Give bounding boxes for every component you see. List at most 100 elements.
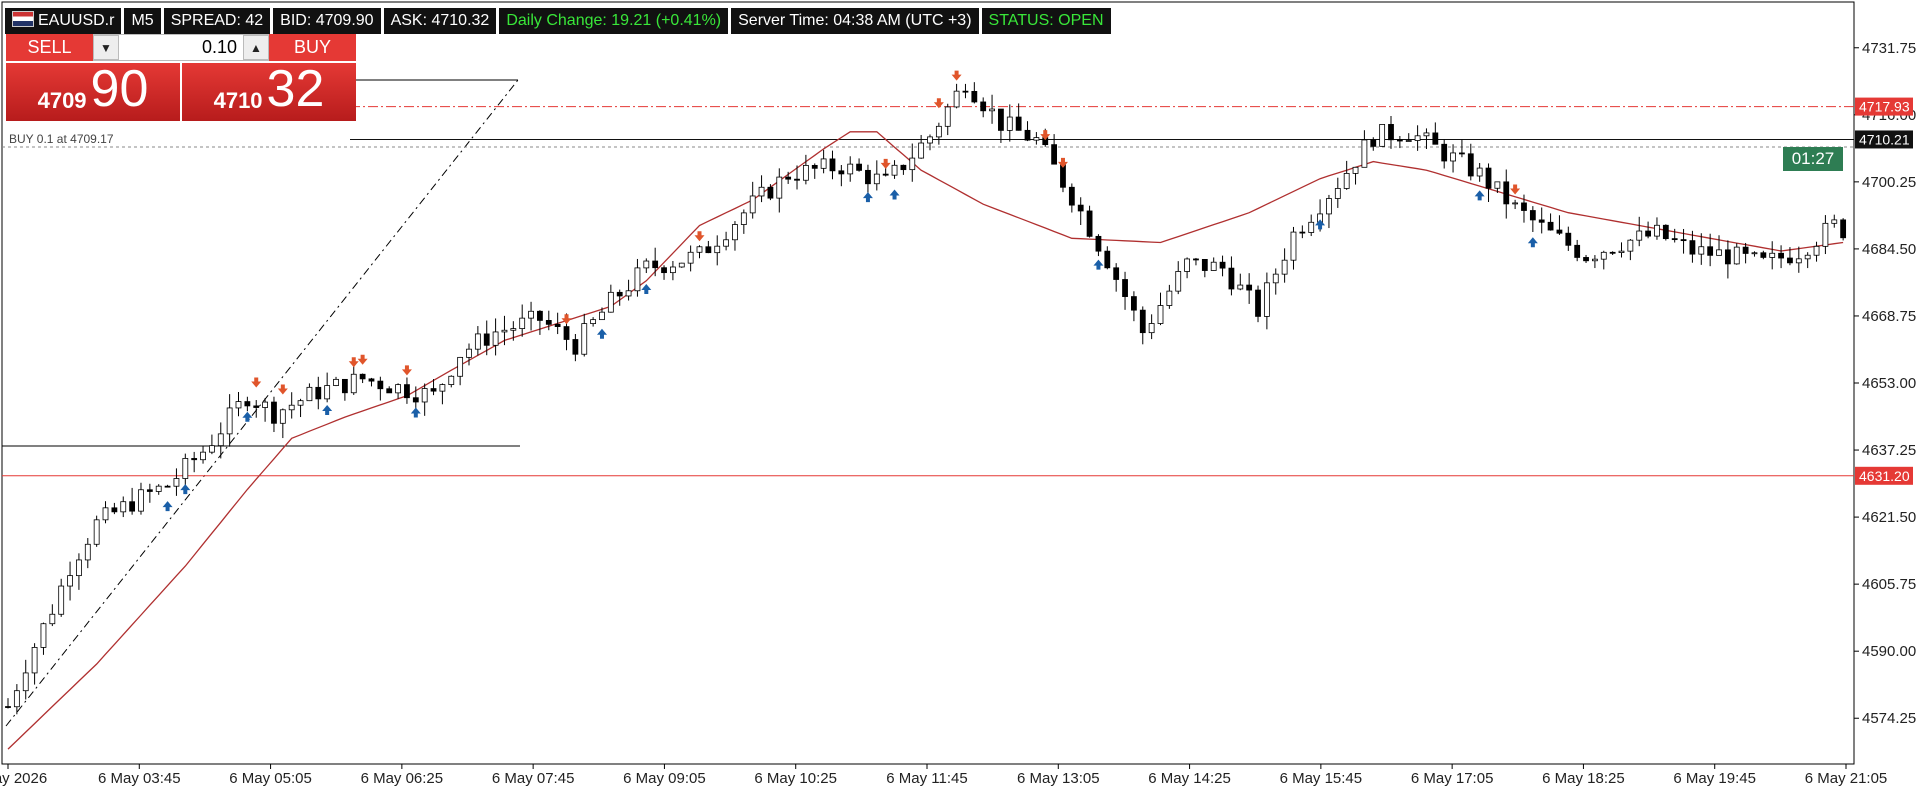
bull-candle [749,195,756,214]
buy-arrow-icon [596,328,607,339]
bull-candle [1361,139,1368,168]
bear-candle [971,90,978,103]
bull-candle [740,212,747,225]
bull-candle [510,328,517,331]
bull-candle [1308,221,1315,233]
bear-candle [1547,221,1554,231]
bear-candle [1077,204,1084,212]
bull-candle [448,375,455,385]
x-tick-label: 6 May 18:25 [1542,770,1625,786]
bull-candle [714,245,721,254]
lot-increase-button[interactable]: ▲ [243,35,269,60]
x-tick-label: 6 May 11:45 [886,770,967,786]
bear-candle [1388,124,1394,141]
bear-candle [998,108,1004,131]
y-tick-label: 4653.00 [1862,375,1916,392]
symbol-chip[interactable]: EAUUSD.r [5,8,122,34]
bear-candle [1015,116,1022,131]
bear-candle [1645,230,1651,237]
buy-arrow-icon [641,284,652,295]
bull-candle [120,501,127,513]
sell-arrow-icon [348,357,359,368]
bull-candle [67,575,73,587]
bull-candle [891,164,898,176]
bear-candle [838,170,845,175]
info-toolbar: EAUUSD.r M5 SPREAD: 42 BID: 4709.90 ASK:… [5,8,1111,34]
bear-candle [1441,143,1448,162]
bull-candle [599,311,605,321]
bull-candle [696,246,703,253]
bear-candle [1724,249,1731,265]
bull-candle [820,158,827,169]
bull-candle [873,173,880,185]
timeframe-chip[interactable]: M5 [124,8,161,34]
bear-candle [545,320,552,325]
bear-candle [563,326,570,340]
bull-candle [84,543,91,561]
bull-candle [944,106,951,127]
lot-size-input[interactable] [119,35,243,60]
bull-candle [909,157,916,171]
trend-line [5,79,519,727]
sell-price-button[interactable]: 4709 90 [6,63,180,121]
buy-arrow-icon [889,189,900,200]
sell-button[interactable]: SELL [6,34,93,61]
bull-candle [1476,167,1483,177]
bull-candle [1148,323,1155,334]
bull-candle [333,378,339,386]
bear-candle [1246,284,1253,291]
buy-arrow-icon [180,484,191,495]
bull-candle [678,262,685,268]
x-tick-label: 6 May 03:45 [98,770,181,786]
bear-candle [1068,186,1075,206]
bear-candle [377,380,384,390]
bear-candle [1689,240,1696,255]
bull-candle [847,163,854,175]
bull-candle [1210,261,1217,271]
sell-arrow-icon [277,384,288,395]
bull-candle [324,385,331,400]
bear-candle [1787,257,1793,264]
buy-arrow-icon [322,404,333,415]
bear-candle [1051,144,1058,165]
bull-candle [687,251,694,264]
bear-candle [191,458,198,461]
bull-candle [732,224,738,241]
bear-candle [1609,251,1616,254]
bear-candle [1113,267,1120,280]
bull-candle [209,445,215,453]
bear-candle [1742,246,1749,254]
server-time-chip: Server Time: 04:38 AM (UTC +3) [731,8,979,34]
bull-candle [927,136,933,144]
lot-decrease-button[interactable]: ▼ [93,35,119,60]
buy-arrow-icon [242,411,253,422]
bear-candle [1538,219,1545,223]
bull-candle [439,384,446,392]
bull-candle [279,409,286,424]
bear-candle [980,101,987,112]
x-tick-label: 6 May 05:05 [229,770,312,786]
bear-candle [1370,139,1377,147]
bull-candle [31,647,38,674]
buy-button[interactable]: BUY [269,34,356,61]
bull-candle [288,404,295,411]
bull-candle [1405,140,1412,142]
bear-candle [1485,167,1492,189]
bear-candle [1556,229,1563,234]
bear-candle [1219,261,1226,269]
x-tick-label: 6 May 06:25 [361,770,444,786]
bull-candle [989,108,995,112]
x-tick-label: 6 May 13:05 [1017,770,1100,786]
bull-candle [1618,250,1625,253]
bear-candle [1228,267,1235,290]
bull-candle [22,672,29,692]
bull-candle [1592,258,1598,262]
x-tick-label: 6 May 14:25 [1148,770,1231,786]
bear-candle [129,501,136,512]
flag-icon [12,11,34,27]
bull-candle [1627,239,1634,252]
buy-price-button[interactable]: 4710 32 [182,63,356,121]
bull-candle [40,623,47,648]
x-tick-label: 6 May 10:25 [754,770,837,786]
bull-candle [1352,166,1359,174]
